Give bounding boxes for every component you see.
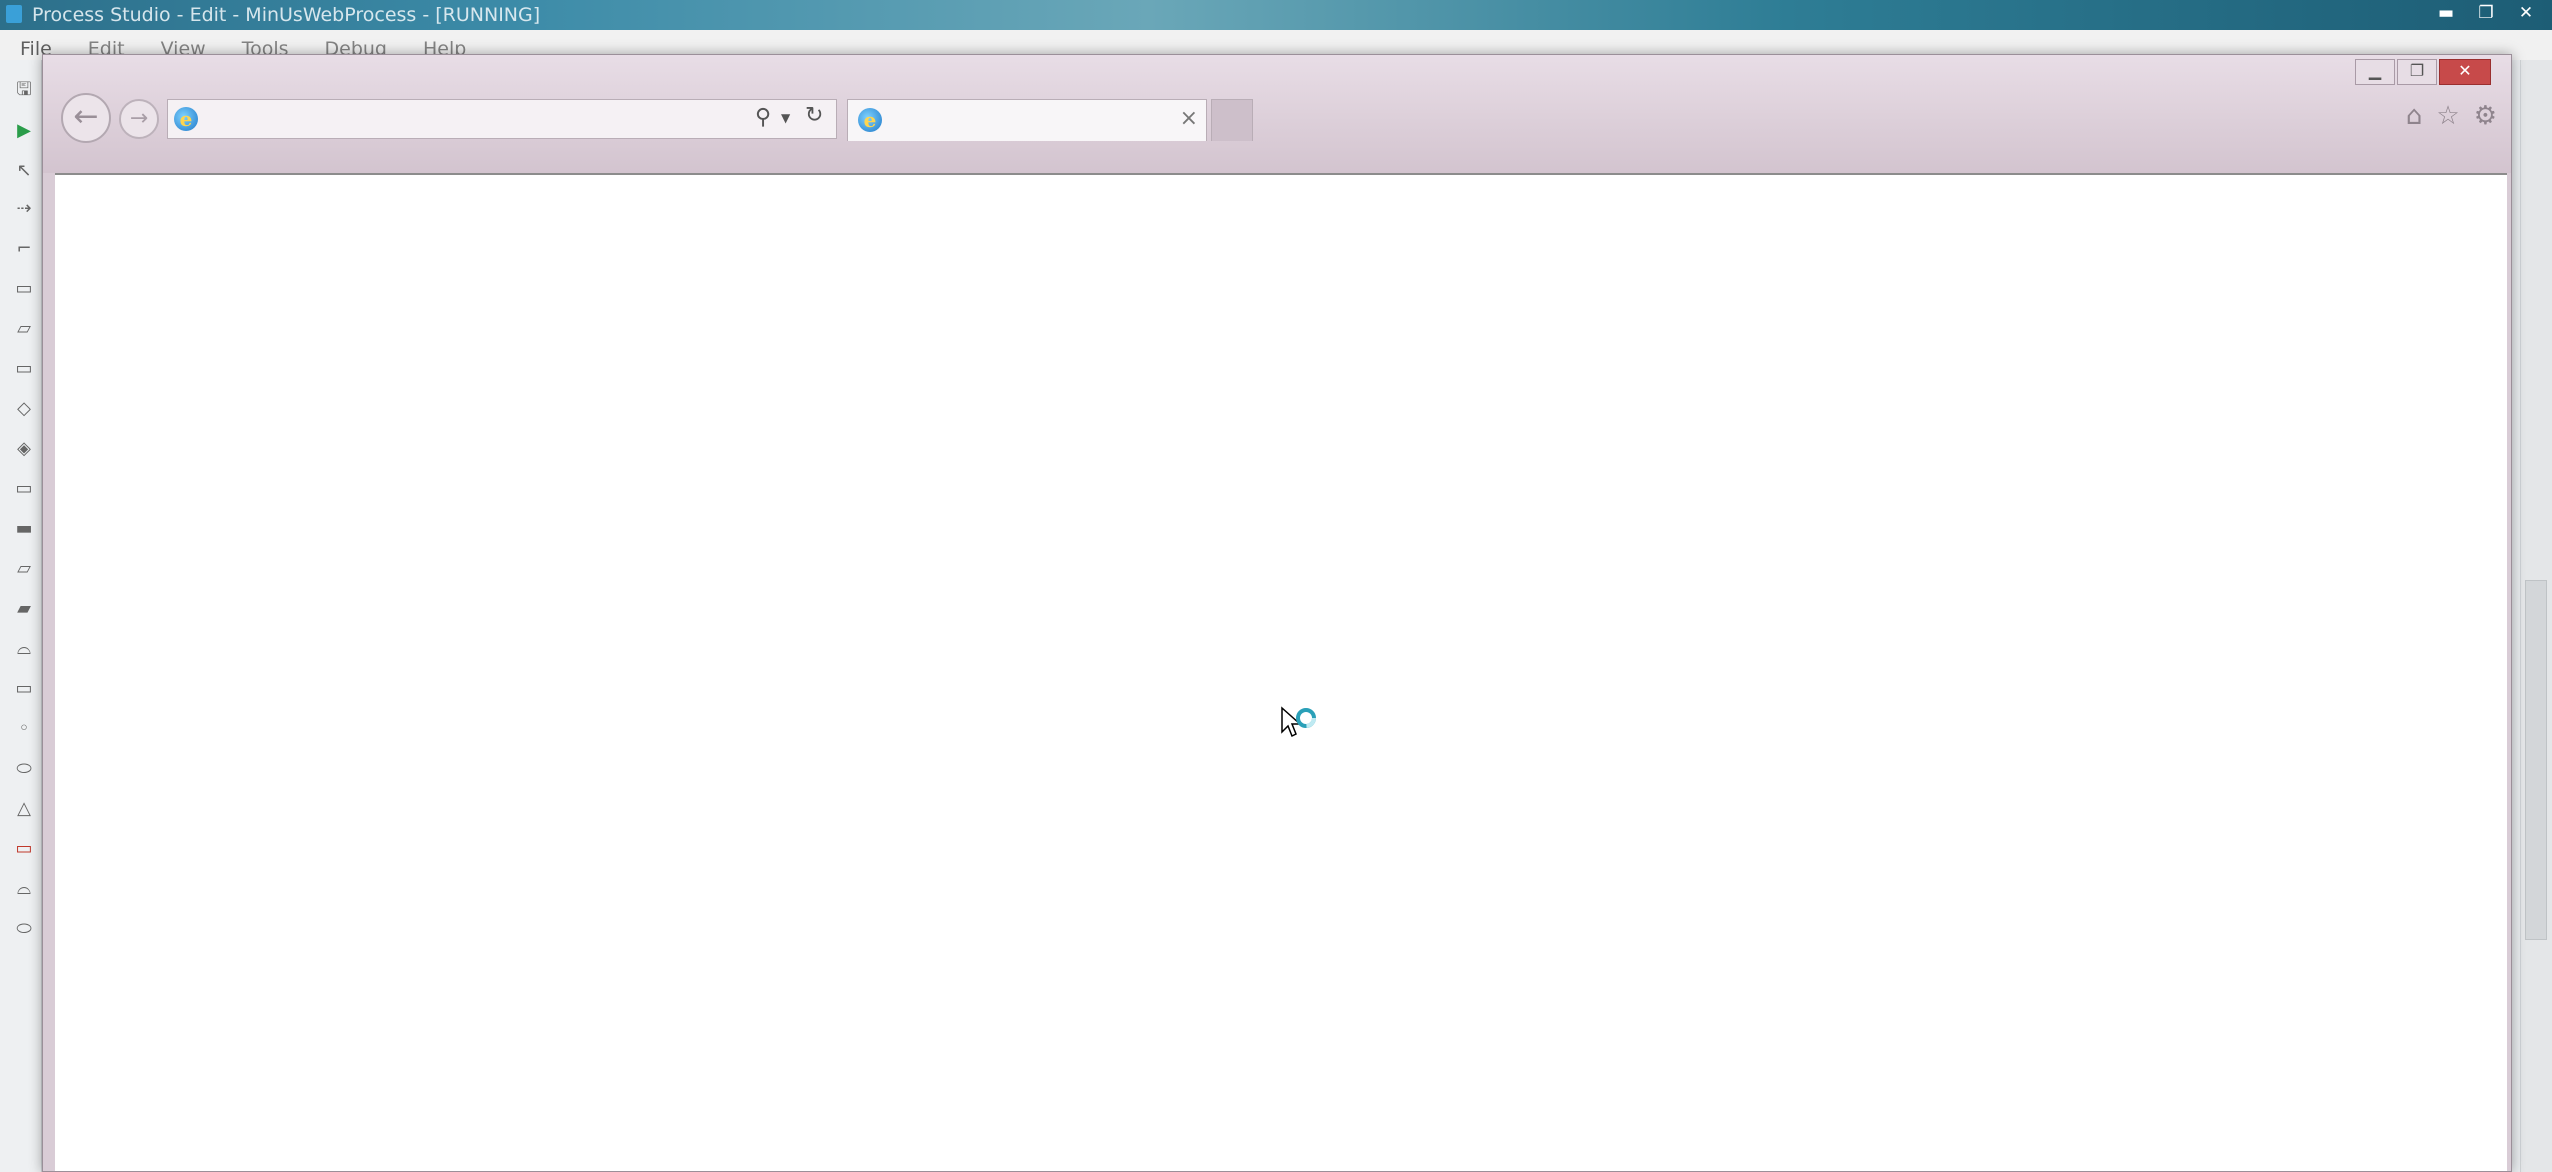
new-tab-button[interactable] — [1211, 99, 1253, 141]
browser-restore-button[interactable]: ❐ — [2397, 59, 2437, 85]
exception-stage-icon[interactable]: ▭ — [10, 836, 38, 860]
restore-button[interactable]: ❐ — [2468, 2, 2504, 26]
close-button[interactable]: ✕ — [2508, 2, 2544, 26]
browser-tab[interactable]: e × — [847, 99, 1207, 141]
address-input[interactable] — [208, 104, 688, 134]
home-icon[interactable]: ⌂ — [2406, 101, 2423, 131]
data-item-stage-icon[interactable]: ▱ — [10, 556, 38, 580]
process-studio-toolbox: 🖫 ▶ ↖ ⇢ ⌐ ▭ ▱ ▭ ◇ ◈ ▭ ▬ ▱ ▰ ⌓ ▭ ◦ ⬭ △ ▭ … — [0, 60, 42, 1172]
internet-explorer-window: ▁ ❐ ✕ ← → e ⚲ ▼ ↻ e × ⌂ ☆ ⚙ — [42, 54, 2512, 1172]
block-tool-icon[interactable]: ⌐ — [10, 236, 38, 260]
run-icon[interactable]: ▶ — [10, 118, 38, 142]
scrollbar-thumb[interactable] — [2525, 580, 2547, 940]
process-studio-title: Process Studio - Edit - MinUsWebProcess … — [32, 4, 541, 26]
browser-frame: ▁ ❐ ✕ ← → e ⚲ ▼ ↻ e × ⌂ ☆ ⚙ — [43, 55, 2511, 173]
tab-close-icon[interactable]: × — [1180, 106, 1198, 131]
alert-stage-icon[interactable]: △ — [10, 796, 38, 820]
anchor-stage-icon[interactable]: ◦ — [10, 716, 38, 740]
save-icon[interactable]: 🖫 — [10, 79, 38, 104]
favorites-star-icon[interactable]: ☆ — [2436, 101, 2459, 131]
calculation-stage-icon[interactable]: ▭ — [10, 476, 38, 500]
choice-stage-icon[interactable]: ◈ — [10, 436, 38, 460]
note-stage-icon[interactable]: ▱ — [10, 316, 38, 340]
chevron-down-icon[interactable]: ▼ — [781, 111, 790, 125]
resume-stage-icon[interactable]: ⬭ — [10, 916, 38, 940]
tab-ie-logo-icon: e — [858, 108, 882, 132]
page-stage-icon[interactable]: ▭ — [10, 356, 38, 380]
loop-stage-icon[interactable]: ⌓ — [10, 636, 38, 660]
process-studio-titlebar: Process Studio - Edit - MinUsWebProcess … — [0, 0, 2552, 30]
ie-logo-icon: e — [174, 107, 198, 131]
address-bar[interactable]: e — [167, 99, 837, 139]
code-stage-icon[interactable]: ▭ — [10, 676, 38, 700]
end-stage-icon[interactable]: ⬭ — [10, 756, 38, 780]
recover-stage-icon[interactable]: ⌓ — [10, 876, 38, 900]
busy-cursor-icon — [1281, 706, 1316, 738]
settings-gear-icon[interactable]: ⚙ — [2474, 101, 2497, 131]
decision-stage-icon[interactable]: ◇ — [10, 396, 38, 420]
refresh-icon[interactable]: ↻ — [805, 103, 823, 128]
link-tool-icon[interactable]: ⇢ — [10, 196, 38, 220]
browser-minimize-button[interactable]: ▁ — [2355, 59, 2395, 85]
pointer-tool-icon[interactable]: ↖ — [10, 158, 38, 182]
back-arrow-icon[interactable]: ← — [61, 93, 111, 143]
browser-content-area[interactable] — [55, 173, 2507, 1171]
multi-calc-stage-icon[interactable]: ▬ — [10, 516, 38, 540]
browser-close-button[interactable]: ✕ — [2439, 59, 2491, 85]
collection-stage-icon[interactable]: ▰ — [10, 596, 38, 620]
minimize-button[interactable]: ▬ — [2428, 2, 2464, 26]
search-icon[interactable]: ⚲ — [755, 105, 771, 130]
action-stage-icon[interactable]: ▭ — [10, 276, 38, 300]
forward-arrow-icon[interactable]: → — [119, 99, 159, 139]
screen: Process Studio - Edit - MinUsWebProcess … — [0, 0, 2552, 1172]
process-studio-scrollbar[interactable] — [2520, 60, 2552, 1172]
process-studio-logo-icon — [6, 5, 22, 23]
